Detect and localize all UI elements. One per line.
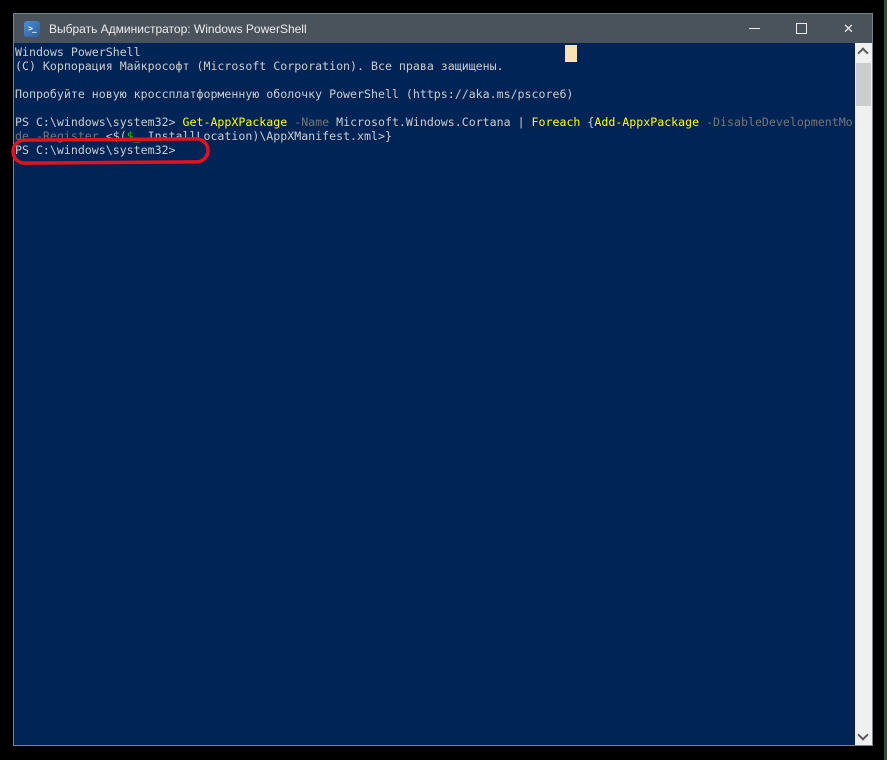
vertical-scrollbar[interactable]	[855, 43, 872, 745]
titlebar[interactable]: >_ Выбрать Администратор: Windows PowerS…	[14, 14, 872, 43]
chevron-up-icon	[857, 47, 868, 58]
scroll-down-button[interactable]	[855, 728, 872, 745]
terminal-line: PS C:\windows\system32>	[15, 143, 855, 157]
maximize-icon	[796, 23, 807, 34]
terminal-line: (С) Корпорация Майкрософт (Microsoft Cor…	[15, 59, 855, 73]
terminal-line: Windows PowerShell	[15, 45, 855, 59]
powershell-window: >_ Выбрать Администратор: Windows PowerS…	[13, 13, 873, 746]
close-icon: ✕	[843, 22, 854, 35]
chevron-down-icon	[857, 729, 868, 740]
terminal-line: de -Register <$($_.InstallLocation)\AppX…	[15, 129, 855, 143]
scroll-up-button[interactable]	[855, 43, 872, 60]
selection-block	[565, 45, 577, 62]
maximize-button[interactable]	[778, 14, 825, 43]
powershell-icon: >_	[24, 21, 40, 37]
close-button[interactable]: ✕	[825, 14, 872, 43]
minimize-button[interactable]	[731, 14, 778, 43]
scrollbar-thumb[interactable]	[856, 63, 871, 106]
console-area[interactable]: Windows PowerShell(С) Корпорация Майкрос…	[14, 43, 872, 745]
terminal-lines: Windows PowerShell(С) Корпорация Майкрос…	[15, 45, 855, 745]
terminal-line	[15, 73, 855, 87]
terminal-line: Попробуйте новую кроссплатформенную обол…	[15, 87, 855, 101]
minimize-icon	[749, 28, 760, 29]
terminal-line: PS C:\windows\system32> Get-AppXPackage …	[15, 115, 855, 129]
window-controls: ✕	[731, 14, 872, 43]
terminal-line	[15, 101, 855, 115]
window-title: Выбрать Администратор: Windows PowerShel…	[49, 22, 307, 36]
